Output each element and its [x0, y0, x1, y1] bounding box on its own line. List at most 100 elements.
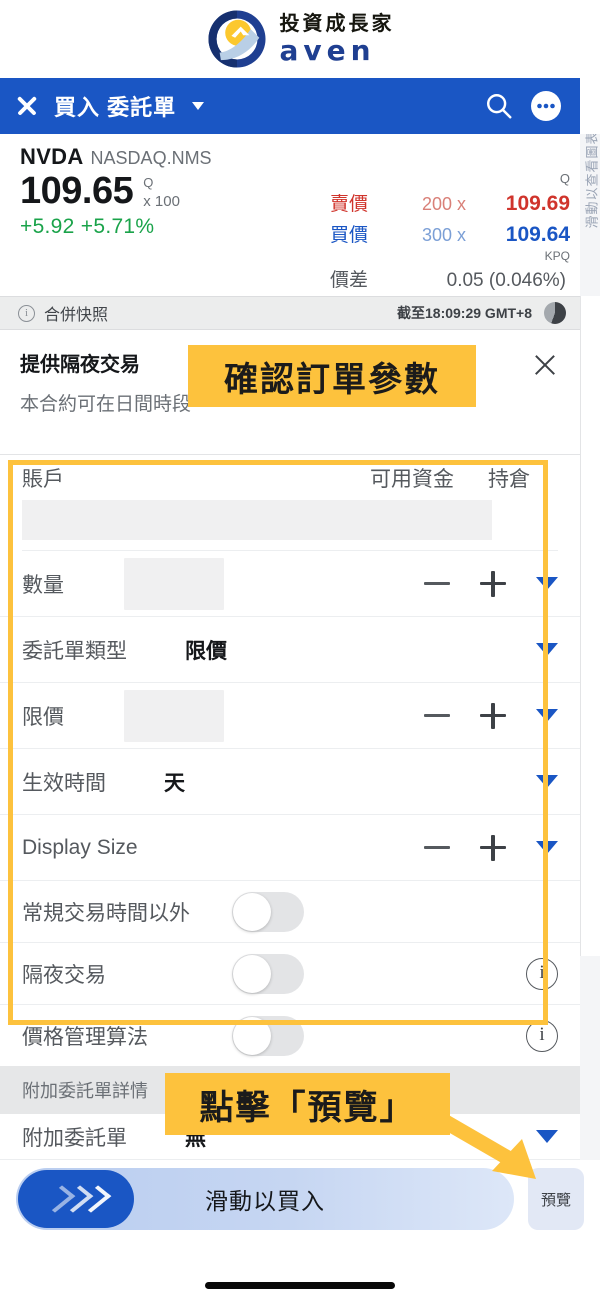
available-funds-label: 可用資金: [370, 468, 454, 491]
search-icon[interactable]: [484, 91, 514, 121]
snapshot-timestamp: 截至18:09:29 GMT+8: [397, 305, 532, 321]
outside-rth-toggle[interactable]: [232, 891, 304, 932]
order-form: 賬戶 可用資金 持倉 數量 委託單類型 限價 限價 生效時間 天 Display…: [0, 458, 580, 1067]
chevron-down-icon[interactable]: [536, 709, 558, 722]
symbol-row: NVDA NASDAQ.NMS: [20, 144, 566, 170]
app-bar-left-group: 買入 委託單: [14, 90, 205, 122]
display-size-row: Display Size: [0, 815, 580, 881]
overnight-trading-label: 隔夜交易: [22, 963, 106, 987]
spread-row: 價差 0.05 (0.046%): [330, 265, 570, 292]
info-icon: i: [18, 304, 35, 322]
aven-circle-logo-icon: [207, 10, 266, 68]
time-in-force-label: 生效時間: [22, 771, 106, 795]
bid-size: 300 x: [421, 225, 466, 245]
quantity-label: 數量: [22, 573, 64, 597]
order-type-label: 委託單類型: [22, 639, 127, 663]
ask-row: 賣價 200 x 109.69: [330, 189, 570, 216]
limit-price-controls: [424, 702, 558, 729]
order-type-controls: [536, 643, 558, 656]
snapshot-bar[interactable]: i 合併快照 截至18:09:29 GMT+8: [0, 296, 580, 330]
close-icon[interactable]: [14, 93, 40, 119]
app-bar-right-group: [484, 90, 580, 122]
limit-price-input[interactable]: [124, 689, 224, 742]
quantity-controls: [424, 570, 558, 597]
swipe-to-buy-label: 滑動以買入: [205, 1188, 325, 1214]
bid-label: 買價: [330, 225, 369, 246]
chevron-down-icon[interactable]: [192, 102, 205, 110]
time-in-force-value: 天: [164, 771, 185, 795]
toggle-knob: [233, 1016, 271, 1055]
slider-handle[interactable]: [18, 1170, 134, 1228]
display-size-label: Display Size: [22, 835, 138, 859]
limit-price-label: 限價: [22, 705, 64, 729]
quantity-row: 數量: [0, 551, 580, 617]
arrow-down-right-icon: [402, 1095, 536, 1179]
order-type-row[interactable]: 委託單類型 限價: [0, 617, 580, 683]
minus-icon[interactable]: [424, 581, 450, 586]
phone-screenshot: 投資成長家 aven 買入 委託單 NVDA NASDAQ.NMS 109.65…: [0, 0, 600, 1300]
close-icon[interactable]: [532, 352, 558, 378]
bid-price[interactable]: 109.64: [478, 223, 570, 247]
plus-icon[interactable]: [480, 570, 506, 597]
symbol-ticker: NVDA: [20, 144, 84, 169]
overnight-trading-toggle[interactable]: [232, 953, 304, 994]
chevron-down-icon[interactable]: [536, 841, 558, 854]
order-type-value: 限價: [185, 639, 227, 663]
account-label: 賬戶: [22, 468, 64, 491]
toggle-knob: [233, 954, 271, 993]
attached-order-label: 附加委託單: [22, 1126, 127, 1150]
info-icon[interactable]: i: [526, 957, 558, 990]
plus-icon[interactable]: [480, 834, 506, 861]
limit-price-row: 限價: [0, 683, 580, 749]
chevrons-right-icon: [41, 1185, 111, 1213]
app-bar-right-edge: [580, 78, 600, 134]
app-bar-title: 買入 委託單: [54, 95, 177, 120]
annotation-confirm-params: 確認訂單參數: [188, 345, 476, 407]
last-price-meta: Q x 100: [143, 172, 180, 211]
symbol-exchange: NASDAQ.NMS: [90, 148, 212, 168]
brand-cn-name: 投資成長家: [279, 12, 395, 35]
spread-label: 價差: [330, 270, 369, 291]
toggle-knob: [233, 892, 271, 931]
outside-rth-label: 常規交易時間以外: [22, 901, 190, 925]
brand-en-name: aven: [279, 33, 376, 67]
price-management-algo-label: 價格管理算法: [22, 1025, 148, 1049]
minus-icon[interactable]: [424, 713, 450, 718]
plus-icon[interactable]: [480, 702, 506, 729]
last-price-qualifier: Q: [143, 175, 154, 190]
account-header-row: 賬戶 可用資金 持倉: [0, 458, 580, 498]
ask-qualifier: Q: [559, 171, 570, 186]
info-icon[interactable]: i: [526, 1019, 558, 1052]
brand-text: 投資成長家 aven: [280, 14, 395, 65]
bid-qualifier: KPQ: [544, 249, 570, 263]
display-size-controls: [424, 834, 558, 861]
account-value-field[interactable]: [22, 500, 492, 540]
rail-sheet-edge: [580, 296, 600, 956]
overnight-trading-row: 隔夜交易 i: [0, 943, 580, 1005]
chevron-down-icon[interactable]: [536, 577, 558, 590]
more-options-icon[interactable]: [530, 90, 562, 122]
time-in-force-controls: [536, 775, 558, 788]
snapshot-label: 合併快照: [44, 307, 109, 324]
chevron-down-icon[interactable]: [536, 775, 558, 788]
bid-row: 買價 300 x 109.64: [330, 220, 570, 247]
divider: [0, 454, 580, 455]
ask-price[interactable]: 109.69: [478, 192, 570, 216]
ask-size: 200 x: [421, 194, 466, 214]
time-in-force-row[interactable]: 生效時間 天: [0, 749, 580, 815]
chevron-down-icon[interactable]: [536, 643, 558, 656]
bid-ask-panel: Q 賣價 200 x 109.69 買價 300 x 109.64 KPQ 價差…: [330, 172, 570, 292]
pie-indicator-icon: [544, 302, 566, 324]
app-bar: 買入 委託單: [0, 78, 580, 134]
right-rail[interactable]: 滑動以查看圖表: [580, 134, 600, 1160]
home-indicator: [205, 1282, 395, 1289]
outside-rth-row: 常規交易時間以外: [0, 881, 580, 943]
last-price: 109.65: [20, 170, 134, 212]
price-management-algo-toggle[interactable]: [232, 1015, 304, 1056]
minus-icon[interactable]: [424, 845, 450, 850]
spread-value: 0.05 (0.046%): [446, 270, 566, 291]
position-label: 持倉: [488, 468, 530, 491]
quantity-input[interactable]: [124, 557, 224, 610]
lot-size: x 100: [143, 193, 180, 211]
brand-header: 投資成長家 aven: [0, 0, 600, 78]
